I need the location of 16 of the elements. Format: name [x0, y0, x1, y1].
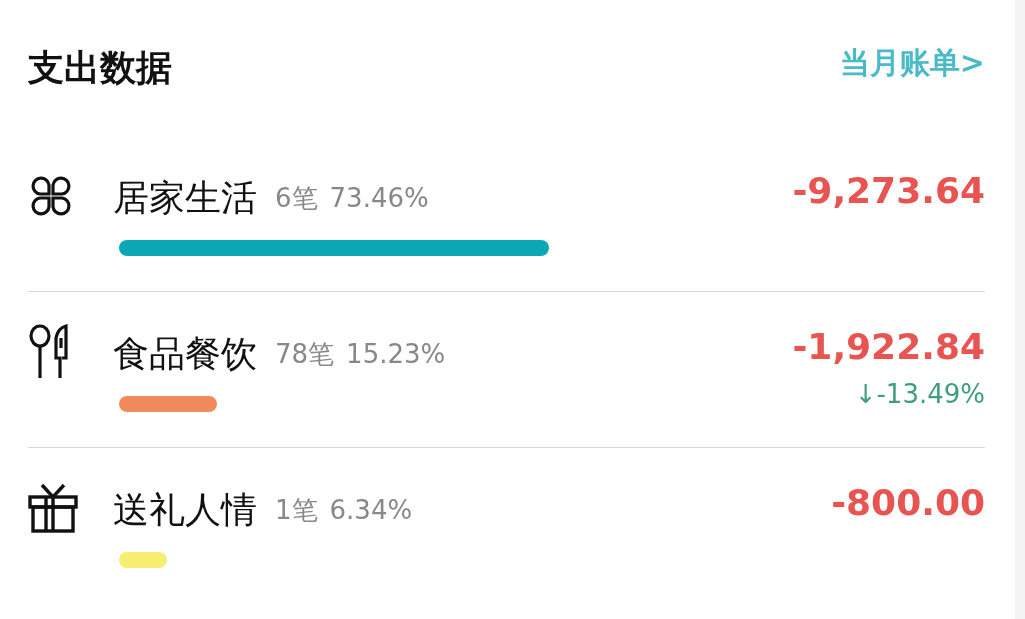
transaction-count: 6笔: [275, 181, 318, 215]
share-percent: 6.34%: [329, 495, 413, 525]
category-name: 食品餐饮: [113, 331, 257, 376]
amount: -800.00: [831, 482, 985, 523]
change-percent: ↓-13.49%: [854, 379, 985, 409]
section-title: 支出数据: [28, 45, 172, 90]
share-percent: 15.23%: [346, 339, 446, 369]
amount: -9,273.64: [792, 170, 985, 211]
category-name: 居家生活: [113, 175, 257, 220]
transaction-count: 78笔: [275, 337, 335, 371]
transaction-count: 1笔: [275, 493, 318, 527]
monthly-bill-link[interactable]: 当月账单>: [839, 42, 985, 84]
amount: -1,922.84: [792, 326, 985, 367]
gift-icon: [28, 483, 78, 533]
category-name: 送礼人情: [113, 487, 257, 532]
share-percent: 73.46%: [329, 183, 429, 213]
